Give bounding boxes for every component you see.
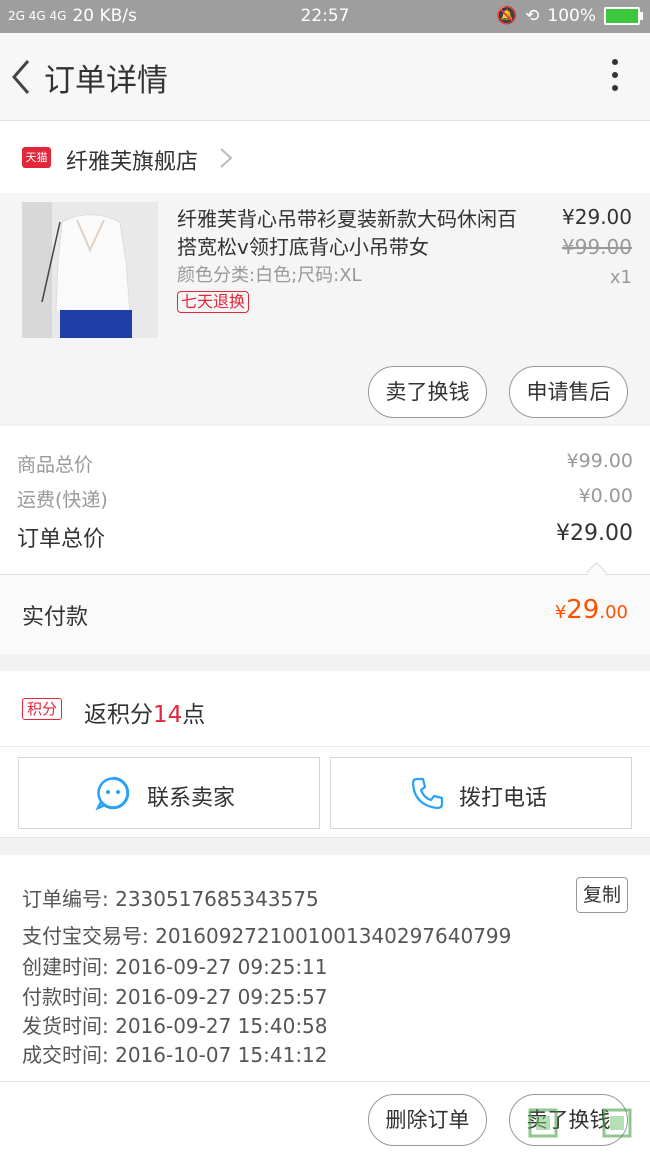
points-suffix: 点 xyxy=(182,702,206,728)
created-time: 创建时间: 2016-09-27 09:25:11 xyxy=(22,955,328,979)
battery-icon xyxy=(604,7,643,25)
back-arrow-icon[interactable] xyxy=(6,57,36,97)
completed-time: 成交时间: 2016-10-07 15:41:12 xyxy=(22,1043,328,1067)
actual-payment-label: 实付款 xyxy=(22,605,89,630)
goods-total-label: 商品总价 xyxy=(17,454,94,476)
paid-time: 付款时间: 2016-09-27 09:25:57 xyxy=(22,985,328,1009)
product-item[interactable]: 纤雅芙背心吊带衫夏装新款大码休闲百搭宽松v领打底背心小吊带女 颜色分类:白色;尺… xyxy=(0,193,650,425)
price-summary: 商品总价 ¥99.00 运费(快递) ¥0.00 订单总价 ¥29.00 xyxy=(0,426,650,575)
actual-payment-value: ¥29.00 xyxy=(555,595,628,625)
currency-symbol: ¥ xyxy=(554,602,567,623)
rotation-lock-icon: ⟲ xyxy=(525,6,540,26)
call-phone-label: 拨打电话 xyxy=(459,786,548,811)
chat-face-icon xyxy=(95,776,130,811)
chevron-right-icon xyxy=(220,148,233,168)
points-text: 返积分14点 xyxy=(84,695,205,729)
order-info: 订单编号: 2330517685343575 复制 支付宝交易号: 201609… xyxy=(0,855,650,1082)
shipped-time: 发货时间: 2016-09-27 15:40:58 xyxy=(22,1014,328,1038)
copy-button[interactable]: 复制 xyxy=(576,877,628,913)
points-badge: 积分 xyxy=(22,698,63,720)
navigation-header: 订单详情 xyxy=(0,33,650,121)
contact-seller-button[interactable]: 联系卖家 xyxy=(18,757,320,829)
shipping-label: 运费(快递) xyxy=(17,489,108,511)
mute-icon: 🔕 xyxy=(495,6,518,26)
product-title[interactable]: 纤雅芙背心吊带衫夏装新款大码休闲百搭宽松v领打底背心小吊带女 xyxy=(177,205,522,261)
more-options-icon[interactable] xyxy=(610,59,620,97)
delete-order-button[interactable]: 删除订单 xyxy=(368,1094,487,1146)
sell-for-cash-button[interactable]: 卖了换钱 xyxy=(368,366,487,418)
points-prefix: 返积分 xyxy=(84,702,153,728)
order-total-value: ¥29.00 xyxy=(556,521,633,546)
phone-icon xyxy=(411,777,444,810)
points-row: 积分 返积分14点 xyxy=(0,671,650,747)
shipping-value: ¥0.00 xyxy=(578,485,633,507)
after-sale-button[interactable]: 申请售后 xyxy=(509,366,628,418)
battery-percent: 100% xyxy=(547,6,596,26)
contact-seller-label: 联系卖家 xyxy=(147,786,236,811)
order-number: 订单编号: 2330517685343575 xyxy=(22,887,319,911)
actual-payment-row: 实付款 ¥29.00 xyxy=(0,575,650,654)
goods-total-value: ¥99.00 xyxy=(566,450,633,472)
status-bar: 2G 4G 4G 20 KB/s 22:57 🔕 ⟲ 100% xyxy=(0,0,650,33)
order-total-label: 订单总价 xyxy=(17,527,106,552)
product-price: ¥29.00 xyxy=(562,205,632,229)
alipay-number: 支付宝交易号: 2016092721001001340297640799 xyxy=(22,924,512,948)
product-spec: 颜色分类:白色;尺码:XL xyxy=(177,265,362,286)
page-title: 订单详情 xyxy=(44,63,168,99)
payment-integer: 29 xyxy=(566,595,600,625)
store-name: 纤雅芙旗舰店 xyxy=(66,150,199,175)
product-quantity: x1 xyxy=(609,267,632,288)
watermark-logo xyxy=(528,1108,632,1138)
contact-row: 联系卖家 拨打电话 xyxy=(0,747,650,838)
seven-day-return-badge: 七天退换 xyxy=(177,291,250,313)
store-row[interactable]: 天猫 纤雅芙旗舰店 xyxy=(0,121,650,193)
points-number: 14 xyxy=(153,702,183,728)
payment-decimal: .00 xyxy=(599,602,628,623)
tmall-logo: 天猫 xyxy=(22,147,51,168)
product-thumbnail[interactable] xyxy=(22,202,158,338)
product-original-price: ¥99.00 xyxy=(562,235,632,259)
call-phone-button[interactable]: 拨打电话 xyxy=(330,757,632,829)
